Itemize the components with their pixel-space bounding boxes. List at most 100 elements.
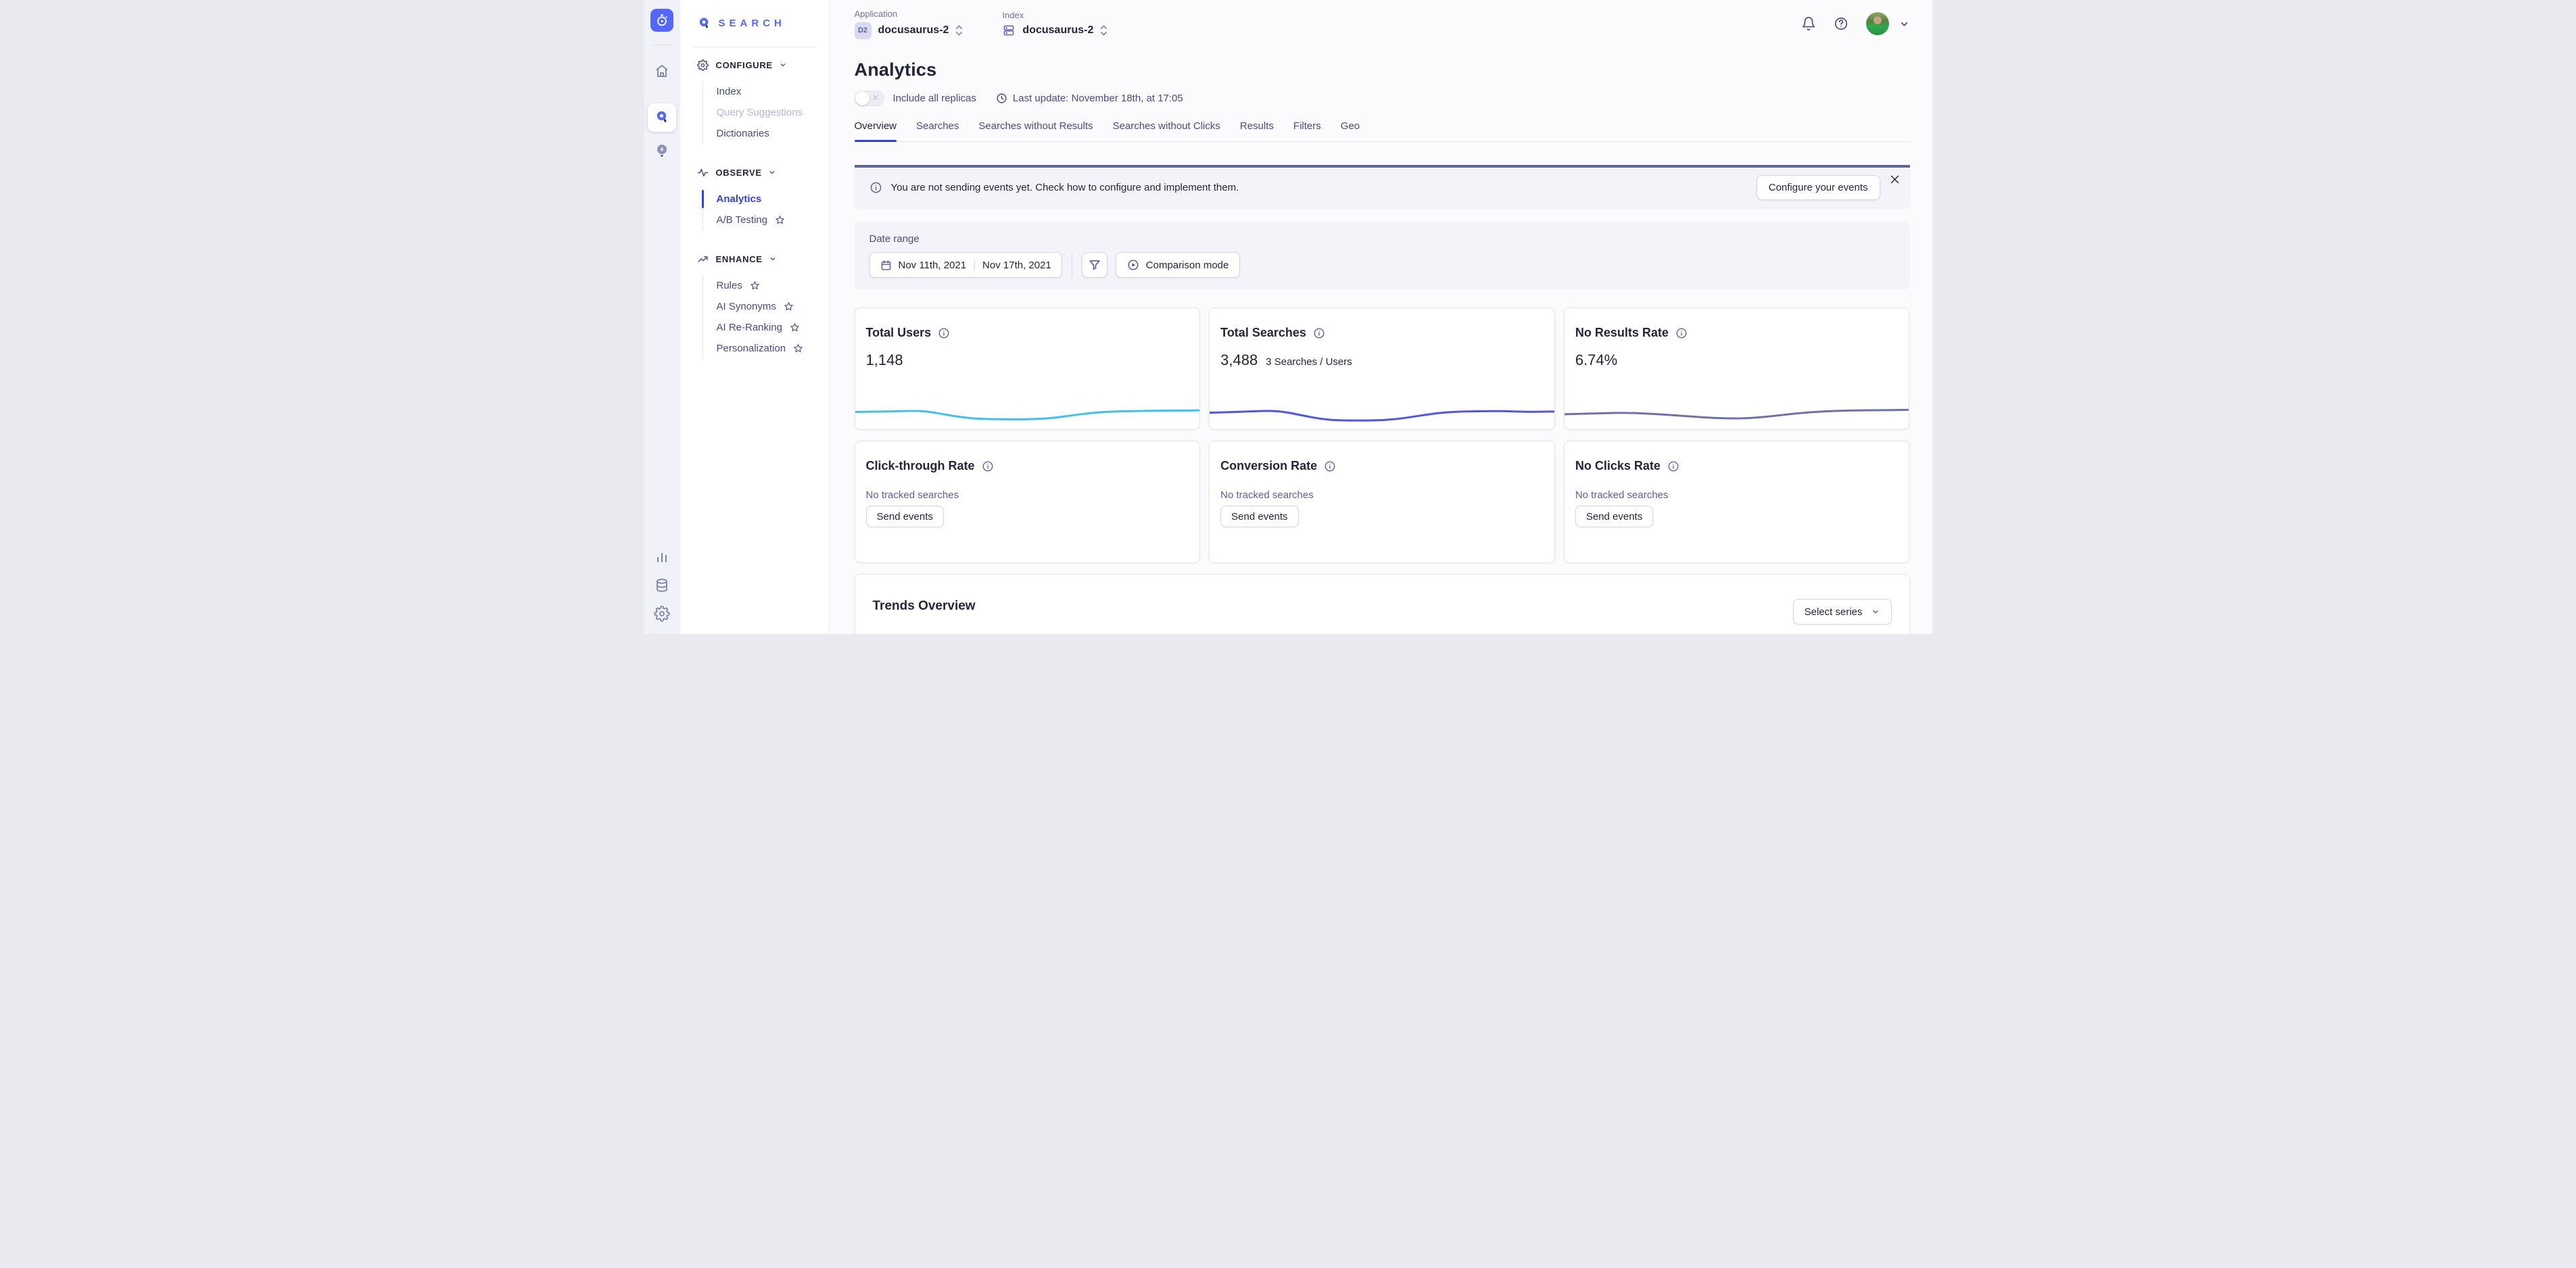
stopwatch-app-icon[interactable] <box>650 9 673 32</box>
info-icon[interactable] <box>1313 327 1325 339</box>
sidebar-item-ai-synonyms[interactable]: AI Synonyms <box>703 296 829 317</box>
info-icon[interactable] <box>1675 327 1688 339</box>
clock-icon <box>996 93 1007 104</box>
sidebar-item-personalization[interactable]: Personalization <box>703 338 829 359</box>
index-select[interactable]: docusaurus-2 <box>1002 24 1107 37</box>
search-product-icon-active[interactable] <box>648 103 676 132</box>
home-icon[interactable] <box>654 63 670 79</box>
comparison-mode-button[interactable]: Comparison mode <box>1116 252 1241 278</box>
card-value: 6.74% <box>1575 351 1617 369</box>
info-icon[interactable] <box>938 327 950 339</box>
avatar[interactable] <box>1866 12 1889 35</box>
metric-cards-grid: Total Users 1,148 Total Searches 3,488 <box>855 308 1910 563</box>
search-pin-icon <box>697 16 712 31</box>
card-title: No Results Rate <box>1575 326 1669 340</box>
star-icon[interactable] <box>793 343 803 353</box>
sidebar-item-dictionaries[interactable]: Dictionaries <box>703 123 829 144</box>
sidebar-item-analytics[interactable]: Analytics <box>703 189 829 210</box>
info-icon[interactable] <box>1667 460 1679 472</box>
send-events-button[interactable]: Send events <box>866 506 944 527</box>
card-total-searches: Total Searches 3,488 3 Searches / Users <box>1209 308 1555 430</box>
include-replicas-toggle[interactable]: ✕ <box>855 91 884 106</box>
date-range-panel: Date range Nov 11th, 2021 | Nov 17th, 20… <box>855 222 1910 289</box>
card-title: Total Searches <box>1220 326 1306 340</box>
select-series-label: Select series <box>1805 606 1863 618</box>
date-range-button[interactable]: Nov 11th, 2021 | Nov 17th, 2021 <box>869 252 1062 278</box>
tab-filters[interactable]: Filters <box>1293 120 1321 141</box>
logo-text: SEARCH <box>719 18 786 29</box>
recommend-bulb-icon[interactable] <box>654 143 670 159</box>
total-users-sparkline <box>855 394 1200 425</box>
star-icon[interactable] <box>790 322 800 333</box>
section-header-configure[interactable]: CONFIGURE <box>680 57 829 73</box>
sidebar-item-label: A/B Testing <box>717 214 768 226</box>
star-icon[interactable] <box>775 215 785 225</box>
card-click-through-rate: Click-through Rate No tracked searches S… <box>855 441 1201 563</box>
application-value: docusaurus-2 <box>878 24 949 36</box>
sidebar-item-index[interactable]: Index <box>703 81 829 102</box>
filter-button[interactable] <box>1082 252 1107 278</box>
star-icon[interactable] <box>784 301 794 312</box>
gear-icon <box>697 59 709 71</box>
sidebar-item-label: AI Synonyms <box>717 301 776 312</box>
configure-events-button[interactable]: Configure your events <box>1757 175 1880 200</box>
date-range-label: Date range <box>869 233 1895 245</box>
chevron-down-icon[interactable] <box>1899 18 1910 30</box>
index-server-icon <box>1002 24 1016 37</box>
toggle-x-icon: ✕ <box>872 93 880 103</box>
events-banner: You are not sending events yet. Check ho… <box>855 165 1910 208</box>
banner-text: You are not sending events yet. Check ho… <box>891 182 1239 193</box>
card-conversion-rate: Conversion Rate No tracked searches Send… <box>1209 441 1555 563</box>
empty-state-text: No tracked searches <box>1210 489 1554 501</box>
send-events-button[interactable]: Send events <box>1220 506 1298 527</box>
section-header-enhance[interactable]: ENHANCE <box>680 251 829 267</box>
product-rail <box>644 0 680 634</box>
tab-results[interactable]: Results <box>1240 120 1274 141</box>
help-icon[interactable] <box>1834 16 1848 31</box>
tab-searches-without-clicks[interactable]: Searches without Clicks <box>1113 120 1220 141</box>
card-title: Conversion Rate <box>1220 459 1317 473</box>
sidebar-item-label: Analytics <box>717 193 762 205</box>
index-label: Index <box>1002 10 1107 20</box>
section-label: OBSERVE <box>716 168 762 178</box>
gear-icon[interactable] <box>654 606 670 622</box>
chevron-down-icon <box>779 61 787 69</box>
sidebar-item-ab-testing[interactable]: A/B Testing <box>703 210 829 230</box>
bar-chart-icon[interactable] <box>654 549 670 565</box>
include-replicas-label: Include all replicas <box>893 93 976 104</box>
section-header-observe[interactable]: OBSERVE <box>680 164 829 180</box>
card-title: Total Users <box>866 326 932 340</box>
sidebar-item-ai-re-ranking[interactable]: AI Re-Ranking <box>703 317 829 338</box>
sidebar-nav: CONFIGURE Index Query Suggestions Dictio… <box>680 47 829 359</box>
tab-geo[interactable]: Geo <box>1341 120 1360 141</box>
tab-searches[interactable]: Searches <box>916 120 959 141</box>
analytics-dashboard: SEARCH CONFIGURE Index Query Suggestions… <box>644 0 1932 634</box>
application-badge: D2 <box>855 22 872 39</box>
sidebar: SEARCH CONFIGURE Index Query Suggestions… <box>680 0 830 634</box>
sidebar-item-label: Index <box>717 86 742 97</box>
bell-icon[interactable] <box>1801 16 1816 31</box>
application-selector: Application D2 docusaurus-2 <box>855 9 963 39</box>
sidebar-item-rules[interactable]: Rules <box>703 275 829 296</box>
search-logo[interactable]: SEARCH <box>680 0 829 47</box>
card-title: Click-through Rate <box>866 459 975 473</box>
send-events-button[interactable]: Send events <box>1575 506 1653 527</box>
play-circle-icon <box>1127 259 1139 271</box>
star-icon[interactable] <box>750 281 760 291</box>
database-icon[interactable] <box>654 577 670 593</box>
info-icon[interactable] <box>982 460 994 472</box>
comparison-mode-label: Comparison mode <box>1146 260 1229 271</box>
card-subtitle: 3 Searches / Users <box>1266 356 1352 368</box>
info-icon[interactable] <box>1324 460 1336 472</box>
card-value: 3,488 <box>1220 351 1258 369</box>
select-series-button[interactable]: Select series <box>1793 599 1892 625</box>
sidebar-item-query-suggestions[interactable]: Query Suggestions <box>703 102 829 123</box>
toggle-knob <box>855 91 869 105</box>
card-no-results-rate: No Results Rate 6.74% <box>1564 308 1910 430</box>
close-icon[interactable] <box>1889 174 1901 185</box>
chevron-down-icon <box>1871 607 1880 616</box>
tab-overview[interactable]: Overview <box>855 120 897 141</box>
tab-searches-without-results[interactable]: Searches without Results <box>978 120 1093 141</box>
meta-row: ✕ Include all replicas Last update: Nove… <box>855 91 1910 106</box>
application-select[interactable]: D2 docusaurus-2 <box>855 22 963 39</box>
